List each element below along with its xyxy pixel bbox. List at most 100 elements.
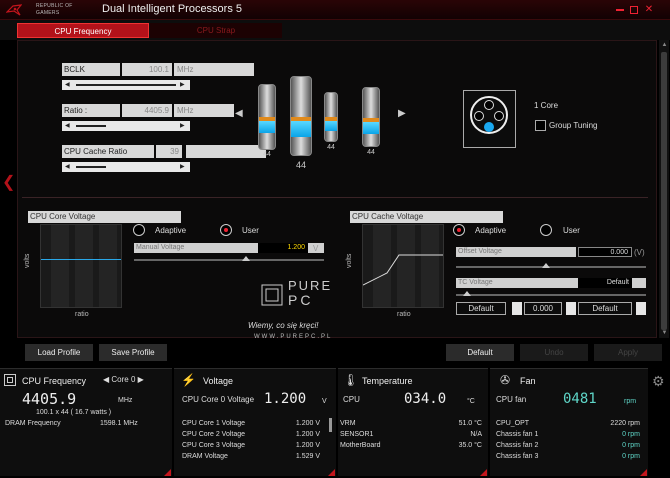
tab-cpu-strap[interactable]: CPU Strap [150, 23, 282, 38]
tab-cpu-frequency[interactable]: CPU Frequency [17, 23, 149, 38]
default-field-1[interactable]: Default [456, 302, 506, 315]
core-dot-icon[interactable] [494, 111, 504, 121]
core-2[interactable] [324, 92, 338, 142]
bclk-label: BCLK Frequency [62, 63, 120, 76]
core-count: 1 Core [534, 101, 559, 110]
fan-title: Fan [520, 376, 536, 386]
slider-handle-icon[interactable] [542, 263, 550, 268]
core-voltage-user-label: User [242, 226, 259, 235]
fan-row: CPU_OPT 2220 rpm [496, 420, 640, 427]
temperature-main-label: CPU [343, 395, 360, 404]
undo-button[interactable]: Undo [520, 344, 588, 361]
core-voltage-header: CPU Core Voltage [28, 211, 181, 223]
bclk-unit: MHz [174, 63, 254, 76]
cache-ratio-value[interactable]: 39 [156, 145, 182, 158]
fan-row: Chassis fan 20 rpm [496, 442, 640, 449]
restore-button[interactable] [628, 4, 640, 16]
chevron-right-icon[interactable]: ▶ [398, 108, 406, 119]
temperature-title: Temperature [362, 376, 413, 386]
cpu-icon [4, 374, 16, 386]
voltage-main-unit: V [322, 398, 327, 405]
core-voltage-x-label: ratio [75, 311, 89, 318]
thermometer-icon: 🌡 [343, 373, 359, 387]
temperature-row: MotherBoard 35.0 °C [340, 442, 482, 449]
ratio-slider[interactable]: ◀ ▶ [62, 121, 190, 131]
divider [22, 197, 648, 198]
voltage-row: CPU Core 1 Voltage 1.200 V [182, 420, 320, 427]
core-dot-icon[interactable] [474, 111, 484, 121]
offset-voltage-value[interactable]: 0.000 [578, 247, 632, 257]
tc-voltage-value[interactable]: Default [578, 278, 632, 288]
slider-track [76, 84, 176, 86]
scroll-down-icon[interactable]: ▼ [660, 330, 669, 336]
voltage-row: DRAM Voltage 1.529 V [182, 453, 320, 460]
close-button[interactable]: ✕ [643, 4, 655, 16]
chevron-left-icon[interactable]: ❮ [2, 172, 15, 192]
ratio-value[interactable]: 4405.9 [122, 104, 172, 117]
core-1-ratio: 44 [295, 160, 306, 170]
scroll-thumb[interactable] [661, 52, 667, 330]
manual-voltage-value[interactable]: 1.200 [258, 243, 308, 253]
save-profile-button[interactable]: Save Profile [99, 344, 167, 361]
cache-voltage-adaptive-radio[interactable] [453, 224, 465, 236]
core-selector[interactable]: ◀ Core 0 ▶ [103, 375, 144, 384]
graph-column [51, 225, 69, 307]
core-3[interactable] [362, 87, 380, 147]
slider-handle-icon[interactable] [463, 291, 471, 296]
apply-button[interactable]: Apply [594, 344, 662, 361]
spinner-box[interactable] [636, 302, 646, 315]
cpu-frequency-unit: MHz [118, 397, 133, 404]
bclk-slider[interactable]: ◀ ▶ [62, 80, 190, 90]
core-dot-icon[interactable] [484, 100, 494, 110]
voltage-scrollbar[interactable] [329, 418, 332, 432]
slider-left-icon[interactable]: ◀ [65, 163, 70, 170]
core-voltage-user-radio[interactable] [220, 224, 232, 236]
default-button[interactable]: Default [446, 344, 514, 361]
graph-column [75, 225, 93, 307]
scroll-up-icon[interactable]: ▲ [660, 42, 669, 48]
voltage-curve [363, 254, 443, 286]
slider-track [76, 166, 106, 168]
voltage-main-label: CPU Core 0 Voltage [182, 395, 255, 404]
core-selector-value: Core 0 [111, 375, 136, 384]
slider-right-icon[interactable]: ▶ [180, 163, 185, 170]
load-profile-button[interactable]: Load Profile [25, 344, 93, 361]
group-tuning-label: Group Tuning [549, 121, 598, 130]
slider-left-icon[interactable]: ◀ [65, 81, 70, 88]
cpu-frequency-title: CPU Frequency [22, 376, 87, 386]
voltage-row: CPU Core 3 Voltage 1.200 V [182, 442, 320, 449]
offset-voltage-slider[interactable] [456, 266, 646, 268]
slider-right-icon[interactable]: ▶ [180, 81, 185, 88]
cache-ratio-slider[interactable]: ◀ ▶ [62, 162, 190, 172]
dram-frequency-label: DRAM Frequency [5, 420, 61, 427]
slider-handle-icon[interactable] [242, 256, 250, 261]
tc-voltage-slider[interactable] [456, 294, 646, 296]
gear-icon[interactable]: ⚙ [652, 373, 665, 390]
minimize-icon [616, 9, 624, 11]
fan-row: Chassis fan 10 rpm [496, 431, 640, 438]
cache-ratio-label: CPU Cache Ratio [62, 145, 154, 158]
core-voltage-adaptive-radio[interactable] [133, 224, 145, 236]
spinner-box[interactable] [512, 302, 522, 315]
group-tuning-checkbox[interactable] [535, 120, 546, 131]
slider-left-icon[interactable]: ◀ [65, 122, 70, 129]
spinner-box[interactable] [566, 302, 576, 315]
temperature-row: VRM 51.0 °C [340, 420, 482, 427]
core-1[interactable] [290, 76, 312, 156]
core-dot-selected-icon[interactable] [484, 122, 494, 132]
cache-voltage-header: CPU Cache Voltage [350, 211, 503, 223]
slider-right-icon[interactable]: ▶ [180, 122, 185, 129]
chevron-left-icon[interactable]: ◀ [235, 108, 243, 119]
minimize-button[interactable] [614, 4, 626, 16]
default-field-2[interactable]: Default [578, 302, 632, 315]
panel-corner-icon [640, 469, 647, 476]
core-bar-blue [291, 121, 311, 137]
lightning-icon: ⚡ [181, 373, 196, 387]
cache-voltage-user-radio[interactable] [540, 224, 552, 236]
middle-value-field[interactable]: 0.000 [524, 302, 562, 315]
core-bar-blue [259, 121, 275, 133]
manual-voltage-slider[interactable] [134, 259, 324, 261]
bclk-value[interactable]: 100.1 [122, 63, 172, 76]
voltage-row: CPU Core 2 Voltage 1.200 V [182, 431, 320, 438]
core-0[interactable] [258, 84, 276, 150]
